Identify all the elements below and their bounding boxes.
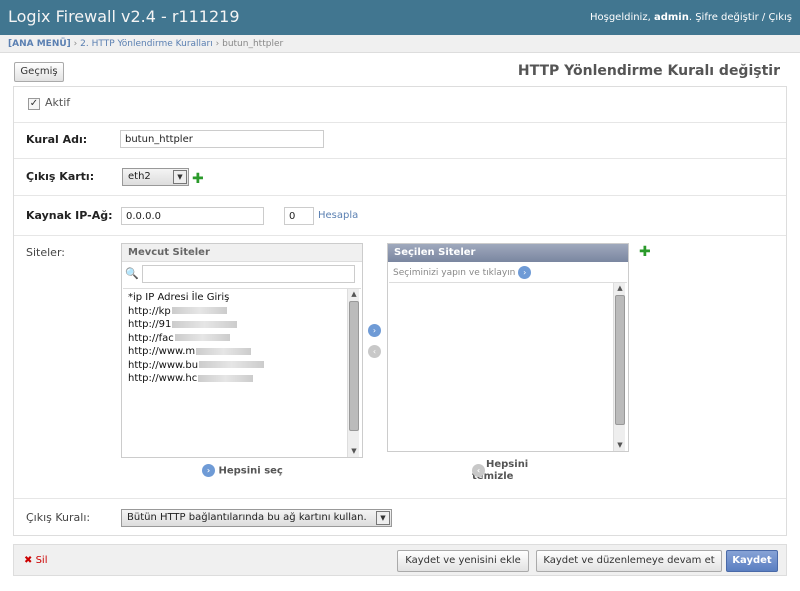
rule-name-label: Kural Adı:: [26, 133, 88, 146]
save-and-continue-button[interactable]: Kaydet ve düzenlemeye devam et: [536, 550, 722, 572]
site-option[interactable]: http://www.bu: [128, 359, 343, 373]
scroll-up-icon[interactable]: ▲: [348, 289, 360, 300]
add-out-card-icon[interactable]: ✚: [192, 172, 204, 186]
chosen-sites-title: Seçilen Siteler: [388, 244, 628, 262]
site-option-label: http://kp: [128, 305, 171, 317]
exit-rule-select[interactable]: Bütün HTTP bağlantılarında bu ağ kartını…: [121, 509, 392, 527]
scroll-thumb[interactable]: [615, 295, 625, 425]
chosen-sites-help: Seçiminizi yapın ve tıklayın ›: [393, 266, 532, 279]
source-ip-row: Kaynak IP-Ağ: Hesapla: [14, 196, 786, 236]
out-card-label: Çıkış Kartı:: [26, 170, 95, 183]
redacted-text: [172, 320, 238, 328]
site-option-label: http://91: [128, 319, 172, 330]
user-tools-separator: /: [761, 12, 766, 23]
site-option[interactable]: http://fac: [128, 332, 343, 346]
site-option[interactable]: http://www.hc: [128, 372, 343, 386]
page-title: HTTP Yönlendirme Kuralı değiştir: [517, 63, 780, 79]
delete-label: Sil: [35, 555, 48, 566]
active-checkbox[interactable]: ✓: [28, 98, 40, 110]
site-option-label: http://fac: [128, 332, 174, 344]
welcome-text: Hoşgeldiniz,: [589, 12, 651, 23]
chevron-down-icon: ▼: [376, 511, 390, 525]
exit-rule-label: Çıkış Kuralı:: [26, 511, 91, 524]
history-button[interactable]: Geçmiş: [14, 62, 64, 82]
redacted-text: [199, 361, 265, 368]
sites-row: Siteler: Mevcut Siteler 🔍 *ip IP Adresi …: [14, 236, 786, 499]
save-and-add-button[interactable]: Kaydet ve yenisini ekle: [397, 550, 529, 572]
redacted-text: [196, 347, 252, 355]
remove-selected-arrow-icon[interactable]: ‹: [368, 345, 381, 358]
scroll-up-icon[interactable]: ▲: [614, 283, 626, 294]
breadcrumb-home-link[interactable]: [ANA MENÜ]: [8, 39, 71, 49]
logout-link[interactable]: Çıkış: [768, 12, 792, 23]
redacted-text: [198, 374, 254, 382]
redacted-text: [171, 307, 227, 314]
available-sites-panel: Mevcut Siteler 🔍 *ip IP Adresi İle Giriş…: [121, 243, 363, 458]
site-option[interactable]: *ip IP Adresi İle Giriş: [128, 291, 343, 305]
save-button[interactable]: Kaydet: [726, 550, 778, 572]
add-site-icon[interactable]: ✚: [639, 245, 651, 259]
chosen-sites-help-text: Seçiminizi yapın ve tıklayın: [393, 268, 516, 278]
chevron-down-icon: ▼: [173, 170, 187, 184]
available-sites-search-input[interactable]: [142, 265, 355, 283]
sites-label: Siteler:: [26, 246, 65, 259]
site-option-label: *ip IP Adresi İle Giriş: [128, 292, 230, 303]
site-option[interactable]: http://www.m: [128, 345, 343, 359]
clear-all-arrow-icon: ‹: [472, 464, 485, 477]
clear-all-label-line1: Hepsini: [486, 459, 529, 470]
rule-name-row: Kural Adı:: [14, 123, 786, 159]
exit-rule-value: Bütün HTTP bağlantılarında bu ağ kartını…: [127, 512, 367, 523]
chosen-sites-panel: Seçilen Siteler Seçiminizi yapın ve tıkl…: [387, 243, 629, 452]
choose-all-link[interactable]: › Hepsini seç: [202, 464, 283, 477]
submit-row: ✖ Sil Kaydet ve yenisini ekle Kaydet ve …: [13, 544, 787, 576]
available-sites-title: Mevcut Siteler: [122, 244, 362, 262]
change-password-link[interactable]: Şifre değiştir: [695, 12, 759, 23]
choose-all-label: Hepsini seç: [218, 465, 283, 477]
out-card-value: eth2: [128, 171, 151, 182]
breadcrumb-separator: ›: [215, 39, 220, 49]
available-sites-scrollbar[interactable]: ▲ ▼: [347, 289, 359, 457]
breadcrumb-current: butun_httpler: [222, 39, 284, 49]
site-option-label: http://www.hc: [128, 373, 198, 384]
site-option-label: http://www.bu: [128, 359, 199, 371]
user-tools: Hoşgeldiniz, admin. Şifre değiştir / Çık…: [589, 12, 792, 23]
site-option-label: http://www.m: [128, 346, 196, 357]
scroll-down-icon[interactable]: ▼: [614, 440, 626, 451]
scroll-down-icon[interactable]: ▼: [348, 446, 360, 457]
breadcrumb-separator: ›: [73, 39, 78, 49]
site-option[interactable]: http://91: [128, 318, 343, 332]
out-card-row: Çıkış Kartı: eth2 ▼ ✚: [14, 159, 786, 196]
search-icon: 🔍: [125, 267, 139, 280]
edit-form: ✓ Aktif Kural Adı: Çıkış Kartı: eth2 ▼ ✚…: [13, 86, 787, 536]
chosen-sites-scrollbar[interactable]: ▲ ▼: [613, 283, 625, 451]
calculate-link[interactable]: Hesapla: [318, 210, 358, 221]
breadcrumb: [ANA MENÜ] › 2. HTTP Yönlendirme Kuralla…: [0, 35, 800, 53]
choose-all-arrow-icon: ›: [202, 464, 215, 477]
active-row: ✓ Aktif: [14, 87, 786, 123]
source-ip-input[interactable]: [121, 207, 264, 225]
redacted-text: [174, 334, 230, 341]
source-ip-label: Kaynak IP-Ağ:: [26, 209, 113, 222]
site-option[interactable]: http://kp: [128, 305, 343, 319]
breadcrumb-section-link[interactable]: 2. HTTP Yönlendirme Kuralları: [80, 39, 213, 49]
add-selected-arrow-icon[interactable]: ›: [368, 324, 381, 337]
help-arrow-icon: ›: [518, 266, 532, 279]
scroll-thumb[interactable]: [349, 301, 359, 431]
app-title: Logix Firewall v2.4 - r111219: [8, 7, 240, 26]
active-label: Aktif: [45, 96, 71, 109]
username: admin: [653, 12, 689, 23]
available-sites-list[interactable]: *ip IP Adresi İle Giriş http://kp http://9…: [123, 288, 361, 458]
rule-name-input[interactable]: [120, 130, 324, 148]
delete-link[interactable]: ✖ Sil: [24, 555, 47, 566]
delete-icon: ✖: [24, 555, 33, 566]
out-card-select[interactable]: eth2 ▼: [122, 168, 189, 186]
exit-rule-row: Çıkış Kuralı: Bütün HTTP bağlantılarında…: [14, 499, 786, 536]
app-header: Logix Firewall v2.4 - r111219 Hoşgeldini…: [0, 0, 800, 35]
chosen-sites-list[interactable]: ▲ ▼: [389, 282, 627, 452]
clear-all-link[interactable]: ‹ Hepsini temizle: [472, 459, 528, 483]
mask-input[interactable]: [284, 207, 314, 225]
